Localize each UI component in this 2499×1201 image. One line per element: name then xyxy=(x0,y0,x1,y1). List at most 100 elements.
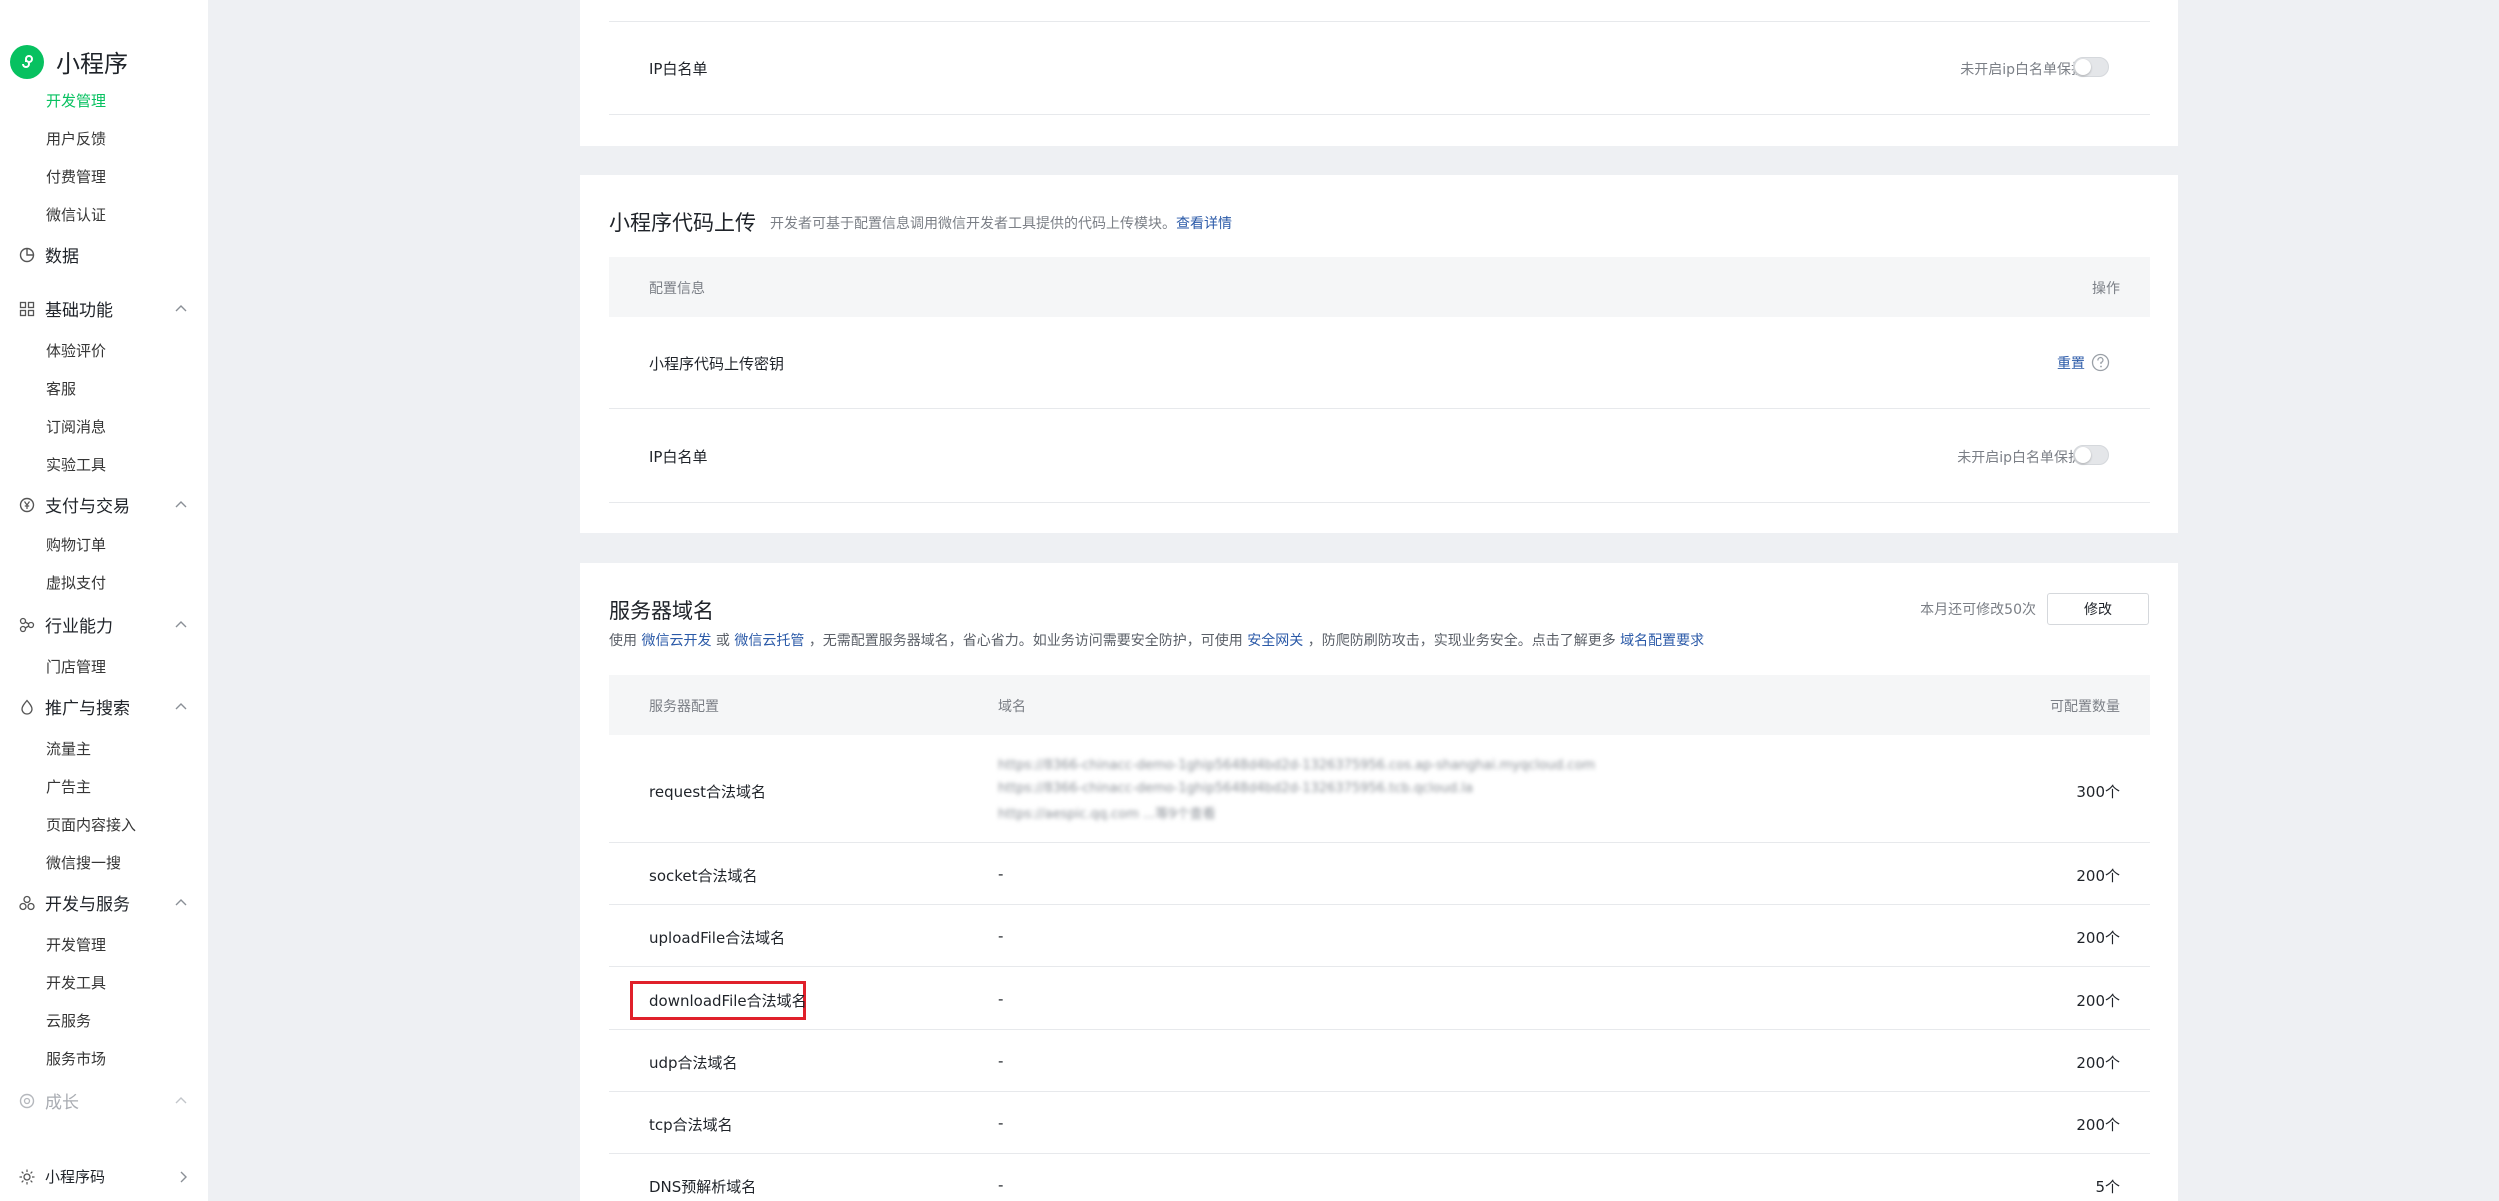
row-domain: - xyxy=(998,1052,1004,1070)
sidebar-group-growth[interactable]: 成长 xyxy=(18,1088,188,1113)
sidebar-group-label: 开发与服务 xyxy=(45,895,130,915)
server-domain-title: 服务器域名 xyxy=(609,599,714,623)
row-config-name: udp合法域名 xyxy=(649,1054,738,1072)
nodes-icon xyxy=(18,894,35,911)
row-config-count: 200个 xyxy=(2076,929,2120,947)
row-config-count: 5个 xyxy=(2095,1178,2120,1196)
domain-table-header xyxy=(609,675,2150,735)
row-config-count: 200个 xyxy=(2076,1054,2120,1072)
sidebar-item-wechat-verify[interactable]: 微信认证 xyxy=(46,204,106,225)
request-domain-line: https://8366-chinacc-demo-1ghip5648d4bd2… xyxy=(998,781,1473,796)
sidebar-group-promotion[interactable]: 推广与搜索 xyxy=(18,694,188,719)
sidebar-group-payment[interactable]: 支付与交易 xyxy=(18,492,188,517)
sidebar-item-customer-service[interactable]: 客服 xyxy=(46,378,76,399)
sun-icon xyxy=(18,1168,35,1185)
sidebar-group-label: 基础功能 xyxy=(45,301,113,321)
chevron-up-icon xyxy=(174,898,188,908)
sidebar-item-user-feedback[interactable]: 用户反馈 xyxy=(46,128,106,149)
sidebar-item-dev-manage-2[interactable]: 开发管理 xyxy=(46,934,106,955)
sidebar-item-page-content[interactable]: 页面内容接入 xyxy=(46,814,136,835)
divider xyxy=(609,502,2150,503)
divider xyxy=(609,114,2150,115)
sidebar-item-cloud-service[interactable]: 云服务 xyxy=(46,1010,91,1031)
row-config-count: 200个 xyxy=(2076,992,2120,1010)
divider xyxy=(609,904,2150,905)
wechat-cloud-dev-link[interactable]: 微信云开发 xyxy=(641,633,711,649)
divider xyxy=(609,842,2150,843)
row-config-name: tcp合法域名 xyxy=(649,1116,733,1134)
sidebar-item-orders[interactable]: 购物订单 xyxy=(46,534,106,555)
row-domain: - xyxy=(998,990,1004,1008)
sidebar-item-virtual-pay[interactable]: 虚拟支付 xyxy=(46,572,106,593)
sidebar-item-dev-tools[interactable]: 开发工具 xyxy=(46,972,106,993)
help-question-icon[interactable] xyxy=(2091,353,2110,376)
row-domain: - xyxy=(998,927,1004,945)
server-domain-card: 服务器域名 本月还可修改50次 修改 使用 微信云开发 或 微信云托管 ，无需配… xyxy=(580,563,2178,1201)
desc-text: ，防爬防刷防攻击，实现业务安全。点击了解更多 xyxy=(1307,633,1616,649)
grid-icon xyxy=(18,300,35,317)
row-config-name: DNS预解析域名 xyxy=(649,1178,757,1196)
reset-key-link[interactable]: 重置 xyxy=(2057,353,2085,373)
sidebar-group-label: 支付与交易 xyxy=(45,497,130,517)
sidebar-item-traffic-owner[interactable]: 流量主 xyxy=(46,738,91,759)
sidebar-footer-label: 小程序码 xyxy=(45,1168,106,1186)
sidebar-group-dev-service[interactable]: 开发与服务 xyxy=(18,890,188,915)
app-logo[interactable]: 小程序 xyxy=(10,44,128,79)
sidebar-item-subscribe-msg[interactable]: 订阅消息 xyxy=(46,416,106,437)
sidebar-group-industry[interactable]: 行业能力 xyxy=(18,612,188,637)
col-config-count: 可配置数量 xyxy=(2050,699,2120,715)
wechat-cloud-hosting-link[interactable]: 微信云托管 xyxy=(734,633,804,649)
app-name: 小程序 xyxy=(56,50,128,78)
sidebar-group-label: 行业能力 xyxy=(45,617,113,637)
growth-icon xyxy=(18,1092,35,1109)
upload-ip-whitelist-toggle[interactable] xyxy=(2073,445,2109,465)
sidebar-item-experience[interactable]: 体验评价 xyxy=(46,340,106,361)
divider xyxy=(609,1091,2150,1092)
code-upload-desc: 开发者可基于配置信息调用微信开发者工具提供的代码上传模块。查看详情 xyxy=(770,213,1232,233)
divider xyxy=(609,408,2150,409)
sidebar-group-label: 成长 xyxy=(45,1093,79,1113)
sidebar-item-dev-manage[interactable]: 开发管理 xyxy=(46,90,106,111)
ip-whitelist-toggle[interactable] xyxy=(2073,57,2109,77)
security-gateway-link[interactable]: 安全网关 xyxy=(1247,633,1303,649)
upload-ip-whitelist-status: 未开启ip白名单保护 xyxy=(1957,450,2082,466)
row-config-name: socket合法域名 xyxy=(649,867,758,885)
divider xyxy=(609,1029,2150,1030)
sidebar-item-wechat-search[interactable]: 微信搜一搜 xyxy=(46,852,121,873)
domain-requirements-link[interactable]: 域名配置要求 xyxy=(1620,633,1704,649)
chevron-right-icon xyxy=(178,1170,188,1184)
sidebar-footer-qrcode[interactable]: 小程序码 xyxy=(18,1166,188,1187)
request-domain-line: https://8366-chinacc-demo-1ghip5648d4bd2… xyxy=(998,758,1596,773)
code-upload-card: 小程序代码上传 开发者可基于配置信息调用微信开发者工具提供的代码上传模块。查看详… xyxy=(580,175,2178,533)
sidebar-item-advertiser[interactable]: 广告主 xyxy=(46,776,91,797)
desc-text: 或 xyxy=(715,633,730,649)
sidebar-group-data[interactable]: 数据 xyxy=(18,242,188,267)
row-config-count: 300个 xyxy=(2076,783,2120,801)
sidebar: 小程序 开发管理 用户反馈 付费管理 微信认证 数据 基础功能 体验评价 客服 … xyxy=(0,0,208,1201)
request-domain-line: https://aespic.qq.com ...等9个查看 xyxy=(998,807,1216,822)
sidebar-group-label: 推广与搜索 xyxy=(45,699,130,719)
divider xyxy=(609,1153,2150,1154)
upload-ip-whitelist-label: IP白名单 xyxy=(649,448,708,466)
chevron-up-icon xyxy=(174,304,188,314)
col-server-config: 服务器配置 xyxy=(649,699,719,715)
chevron-up-icon xyxy=(174,620,188,630)
row-domain: - xyxy=(998,1114,1004,1132)
divider xyxy=(609,966,2150,967)
flame-icon xyxy=(18,698,35,715)
sidebar-item-payment-manage[interactable]: 付费管理 xyxy=(46,166,106,187)
upload-key-label: 小程序代码上传密钥 xyxy=(649,355,785,373)
chevron-up-icon xyxy=(174,1096,188,1106)
col-config-info: 配置信息 xyxy=(649,281,705,297)
row-domain: - xyxy=(998,865,1004,883)
sidebar-group-basic[interactable]: 基础功能 xyxy=(18,296,188,321)
row-config-count: 200个 xyxy=(2076,867,2120,885)
chart-pie-icon xyxy=(18,246,35,263)
share-icon xyxy=(18,616,35,633)
modify-button[interactable]: 修改 xyxy=(2047,593,2149,625)
sidebar-item-store-manage[interactable]: 门店管理 xyxy=(46,656,106,677)
view-details-link[interactable]: 查看详情 xyxy=(1176,216,1232,232)
sidebar-item-service-market[interactable]: 服务市场 xyxy=(46,1048,106,1069)
code-upload-title: 小程序代码上传 xyxy=(609,211,756,235)
sidebar-item-lab-tools[interactable]: 实验工具 xyxy=(46,454,106,475)
